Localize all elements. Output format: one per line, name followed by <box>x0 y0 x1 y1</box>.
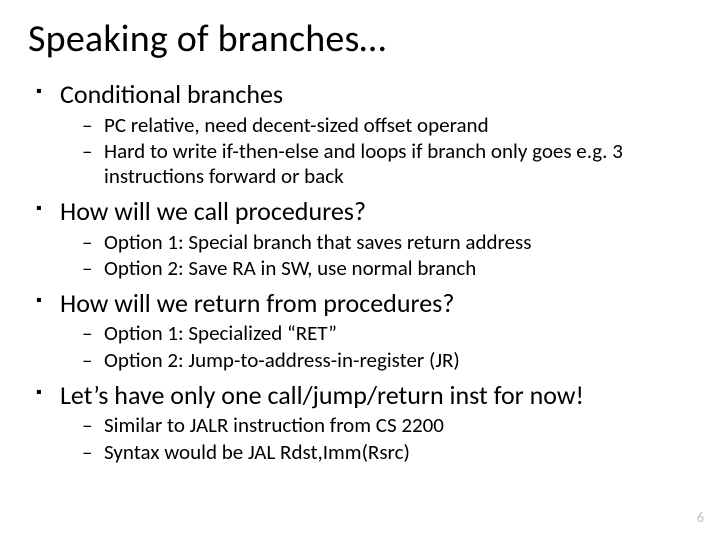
list-item: Let’s have only one call/jump/return ins… <box>32 379 692 465</box>
sub-list-item: Option 2: Jump-to-address-in-register (J… <box>82 348 692 373</box>
sub-list-item: Option 1: Special branch that saves retu… <box>82 230 692 255</box>
list-item-text: Let’s have only one call/jump/return ins… <box>60 379 584 411</box>
list-item-text: How will we call procedures? <box>60 195 366 227</box>
sub-list-item: Syntax would be JAL Rdst,Imm(Rsrc) <box>82 440 692 465</box>
sub-list-item: Similar to JALR instruction from CS 2200 <box>82 413 692 438</box>
sub-list: Option 1: Special branch that saves retu… <box>60 230 692 281</box>
bullet-list: Conditional branches PC relative, need d… <box>28 78 692 465</box>
sub-list-item: Option 1: Specialized “RET” <box>82 321 692 346</box>
sub-list: Similar to JALR instruction from CS 2200… <box>60 413 692 464</box>
list-item: How will we return from procedures? Opti… <box>32 287 692 373</box>
page-number: 6 <box>697 509 704 526</box>
sub-list-item: Option 2: Save RA in SW, use normal bran… <box>82 256 692 281</box>
sub-list-item: Hard to write if-then-else and loops if … <box>82 139 692 189</box>
sub-list: PC relative, need decent-sized offset op… <box>60 113 692 190</box>
sub-list: Option 1: Specialized “RET” Option 2: Ju… <box>60 321 692 372</box>
list-item-text: Conditional branches <box>60 78 283 110</box>
list-item: How will we call procedures? Option 1: S… <box>32 195 692 281</box>
list-item: Conditional branches PC relative, need d… <box>32 78 692 189</box>
slide: Speaking of branches… Conditional branch… <box>0 0 720 540</box>
list-item-text: How will we return from procedures? <box>60 287 454 319</box>
slide-title: Speaking of branches… <box>28 16 692 62</box>
sub-list-item: PC relative, need decent-sized offset op… <box>82 113 692 138</box>
